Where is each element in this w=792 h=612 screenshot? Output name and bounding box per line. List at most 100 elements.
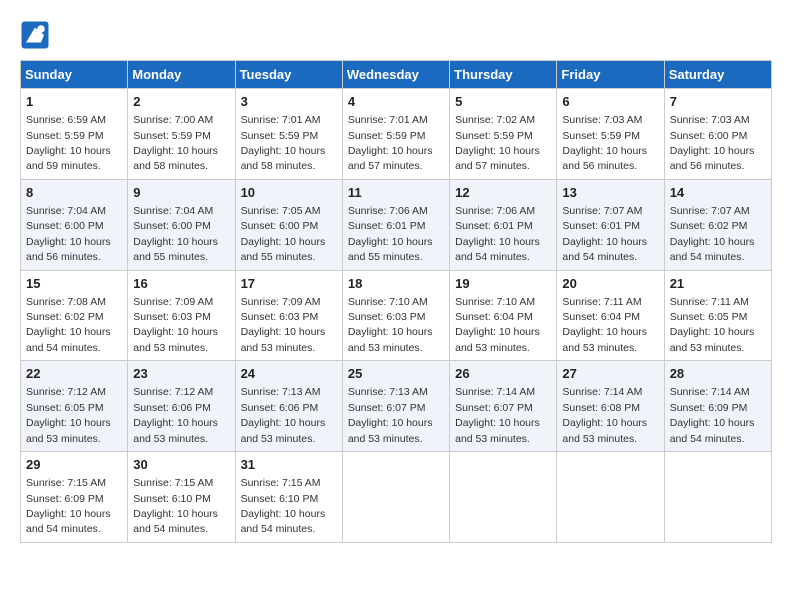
day-number: 5 — [455, 93, 551, 111]
weekday-header: Monday — [128, 61, 235, 89]
calendar-cell: 8Sunrise: 7:04 AMSunset: 6:00 PMDaylight… — [21, 179, 128, 270]
calendar-cell: 10 Sunrise: 7:05 AMSunset: 6:00 PMDayligh… — [235, 179, 342, 270]
calendar-cell: 2 Sunrise: 7:00 AMSunset: 5:59 PMDaylight… — [128, 89, 235, 180]
day-info: Sunrise: 7:06 AMSunset: 6:01 PMDaylight:… — [455, 205, 540, 263]
day-info: Sunrise: 7:15 AMSunset: 6:09 PMDaylight:… — [26, 477, 111, 535]
weekday-header: Sunday — [21, 61, 128, 89]
calendar-cell: 31 Sunrise: 7:15 AMSunset: 6:10 PMDayligh… — [235, 452, 342, 543]
day-info: Sunrise: 7:12 AMSunset: 6:06 PMDaylight:… — [133, 386, 218, 444]
weekday-header: Friday — [557, 61, 664, 89]
calendar-cell: 25 Sunrise: 7:13 AMSunset: 6:07 PMDayligh… — [342, 361, 449, 452]
calendar-cell: 26 Sunrise: 7:14 AMSunset: 6:07 PMDayligh… — [450, 361, 557, 452]
day-number: 27 — [562, 365, 658, 383]
day-number: 21 — [670, 275, 766, 293]
day-number: 10 — [241, 184, 337, 202]
day-info: Sunrise: 7:03 AMSunset: 5:59 PMDaylight:… — [562, 114, 647, 172]
calendar-cell: 5 Sunrise: 7:02 AMSunset: 5:59 PMDaylight… — [450, 89, 557, 180]
calendar-cell: 1Sunrise: 6:59 AMSunset: 5:59 PMDaylight… — [21, 89, 128, 180]
day-number: 29 — [26, 456, 122, 474]
logo — [20, 20, 54, 50]
day-info: Sunrise: 7:09 AMSunset: 6:03 PMDaylight:… — [241, 296, 326, 354]
day-info: Sunrise: 7:08 AMSunset: 6:02 PMDaylight:… — [26, 296, 111, 354]
day-number: 30 — [133, 456, 229, 474]
day-number: 13 — [562, 184, 658, 202]
weekday-header: Saturday — [664, 61, 771, 89]
day-info: Sunrise: 7:05 AMSunset: 6:00 PMDaylight:… — [241, 205, 326, 263]
logo-icon — [20, 20, 50, 50]
calendar-cell: 21 Sunrise: 7:11 AMSunset: 6:05 PMDayligh… — [664, 270, 771, 361]
day-info: Sunrise: 7:13 AMSunset: 6:07 PMDaylight:… — [348, 386, 433, 444]
calendar-cell — [450, 452, 557, 543]
calendar-cell: 30 Sunrise: 7:15 AMSunset: 6:10 PMDayligh… — [128, 452, 235, 543]
day-info: Sunrise: 7:15 AMSunset: 6:10 PMDaylight:… — [241, 477, 326, 535]
weekday-header: Wednesday — [342, 61, 449, 89]
day-number: 2 — [133, 93, 229, 111]
weekday-header: Tuesday — [235, 61, 342, 89]
day-info: Sunrise: 7:11 AMSunset: 6:04 PMDaylight:… — [562, 296, 647, 354]
day-number: 6 — [562, 93, 658, 111]
day-number: 23 — [133, 365, 229, 383]
calendar-body: 1Sunrise: 6:59 AMSunset: 5:59 PMDaylight… — [21, 89, 772, 543]
calendar-table: SundayMondayTuesdayWednesdayThursdayFrid… — [20, 60, 772, 543]
calendar-cell: 16 Sunrise: 7:09 AMSunset: 6:03 PMDayligh… — [128, 270, 235, 361]
calendar-cell — [557, 452, 664, 543]
day-info: Sunrise: 7:06 AMSunset: 6:01 PMDaylight:… — [348, 205, 433, 263]
calendar-week: 22Sunrise: 7:12 AMSunset: 6:05 PMDayligh… — [21, 361, 772, 452]
day-info: Sunrise: 7:09 AMSunset: 6:03 PMDaylight:… — [133, 296, 218, 354]
day-info: Sunrise: 7:14 AMSunset: 6:08 PMDaylight:… — [562, 386, 647, 444]
day-number: 18 — [348, 275, 444, 293]
day-number: 16 — [133, 275, 229, 293]
day-number: 31 — [241, 456, 337, 474]
day-info: Sunrise: 7:00 AMSunset: 5:59 PMDaylight:… — [133, 114, 218, 172]
calendar-cell: 29 Sunrise: 7:15 AMSunset: 6:09 PMDayligh… — [21, 452, 128, 543]
calendar-cell: 23 Sunrise: 7:12 AMSunset: 6:06 PMDayligh… — [128, 361, 235, 452]
day-info: Sunrise: 7:03 AMSunset: 6:00 PMDaylight:… — [670, 114, 755, 172]
calendar-cell: 15 Sunrise: 7:08 AMSunset: 6:02 PMDayligh… — [21, 270, 128, 361]
day-number: 20 — [562, 275, 658, 293]
day-number: 25 — [348, 365, 444, 383]
day-info: Sunrise: 7:13 AMSunset: 6:06 PMDaylight:… — [241, 386, 326, 444]
day-info: Sunrise: 7:10 AMSunset: 6:04 PMDaylight:… — [455, 296, 540, 354]
day-info: Sunrise: 7:01 AMSunset: 5:59 PMDaylight:… — [241, 114, 326, 172]
calendar-cell: 22Sunrise: 7:12 AMSunset: 6:05 PMDayligh… — [21, 361, 128, 452]
weekday-row: SundayMondayTuesdayWednesdayThursdayFrid… — [21, 61, 772, 89]
calendar-cell: 13 Sunrise: 7:07 AMSunset: 6:01 PMDayligh… — [557, 179, 664, 270]
day-info: Sunrise: 7:01 AMSunset: 5:59 PMDaylight:… — [348, 114, 433, 172]
calendar-cell: 18Sunrise: 7:10 AMSunset: 6:03 PMDayligh… — [342, 270, 449, 361]
day-number: 7 — [670, 93, 766, 111]
calendar-cell: 17 Sunrise: 7:09 AMSunset: 6:03 PMDayligh… — [235, 270, 342, 361]
calendar-cell — [664, 452, 771, 543]
calendar-week: 29 Sunrise: 7:15 AMSunset: 6:09 PMDayligh… — [21, 452, 772, 543]
day-info: Sunrise: 6:59 AMSunset: 5:59 PMDaylight:… — [26, 114, 111, 172]
calendar-week: 15 Sunrise: 7:08 AMSunset: 6:02 PMDayligh… — [21, 270, 772, 361]
day-info: Sunrise: 7:04 AMSunset: 6:00 PMDaylight:… — [133, 205, 218, 263]
day-number: 12 — [455, 184, 551, 202]
day-number: 9 — [133, 184, 229, 202]
day-number: 4 — [348, 93, 444, 111]
day-number: 19 — [455, 275, 551, 293]
day-info: Sunrise: 7:15 AMSunset: 6:10 PMDaylight:… — [133, 477, 218, 535]
day-info: Sunrise: 7:14 AMSunset: 6:07 PMDaylight:… — [455, 386, 540, 444]
calendar-cell: 9 Sunrise: 7:04 AMSunset: 6:00 PMDaylight… — [128, 179, 235, 270]
calendar-week: 1Sunrise: 6:59 AMSunset: 5:59 PMDaylight… — [21, 89, 772, 180]
calendar-cell — [342, 452, 449, 543]
calendar-cell: 19 Sunrise: 7:10 AMSunset: 6:04 PMDayligh… — [450, 270, 557, 361]
day-number: 8 — [26, 184, 122, 202]
calendar-cell: 28Sunrise: 7:14 AMSunset: 6:09 PMDayligh… — [664, 361, 771, 452]
day-number: 15 — [26, 275, 122, 293]
calendar-cell: 7 Sunrise: 7:03 AMSunset: 6:00 PMDaylight… — [664, 89, 771, 180]
day-number: 17 — [241, 275, 337, 293]
calendar-cell: 20 Sunrise: 7:11 AMSunset: 6:04 PMDayligh… — [557, 270, 664, 361]
calendar-week: 8 Sunrise: 7:04 AMSunset: 6:00 PMDaylight… — [21, 179, 772, 270]
day-number: 3 — [241, 93, 337, 111]
day-info: Sunrise: 7:02 AMSunset: 5:59 PMDaylight:… — [455, 114, 540, 172]
day-info: Sunrise: 7:11 AMSunset: 6:05 PMDaylight:… — [670, 296, 755, 354]
calendar-cell: 12 Sunrise: 7:06 AMSunset: 6:01 PMDayligh… — [450, 179, 557, 270]
day-info: Sunrise: 7:07 AMSunset: 6:02 PMDaylight:… — [670, 205, 755, 263]
calendar-cell: 6 Sunrise: 7:03 AMSunset: 5:59 PMDaylight… — [557, 89, 664, 180]
day-info: Sunrise: 7:07 AMSunset: 6:01 PMDaylight:… — [562, 205, 647, 263]
day-number: 26 — [455, 365, 551, 383]
day-info: Sunrise: 7:12 AMSunset: 6:05 PMDaylight:… — [26, 386, 111, 444]
calendar-cell: 27 Sunrise: 7:14 AMSunset: 6:08 PMDayligh… — [557, 361, 664, 452]
page-header — [20, 20, 772, 50]
